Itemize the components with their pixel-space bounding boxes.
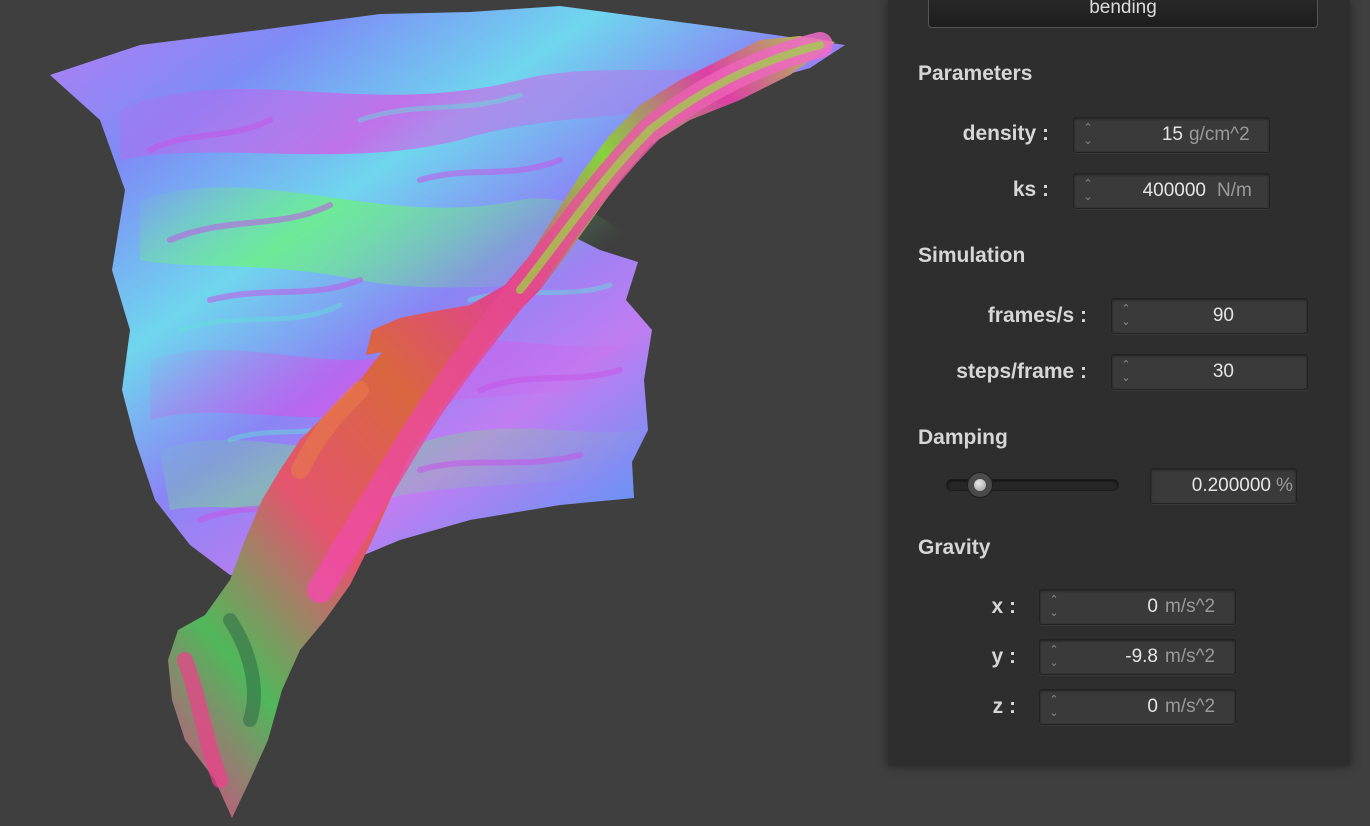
gravity-z-label: z :	[992, 695, 1016, 718]
gravity-y-spinbox[interactable]: ⌃ ⌄ -9.8 m/s^2	[1039, 639, 1236, 675]
spin-arrows-icon[interactable]: ⌃ ⌄	[1082, 122, 1094, 148]
density-unit: g/cm^2	[1189, 124, 1250, 145]
simulation-heading: Simulation	[918, 244, 1026, 267]
steps-per-frame-value: 30	[1212, 361, 1234, 382]
spin-arrows-icon[interactable]: ⌃ ⌄	[1048, 694, 1060, 720]
gravity-z-spinbox[interactable]: ⌃ ⌄ 0 m/s^2	[1039, 689, 1236, 725]
gravity-y-label: y :	[991, 645, 1016, 668]
ks-value: 400000	[1142, 180, 1206, 201]
damping-spinbox[interactable]: 0.200000 %	[1150, 468, 1297, 504]
damping-slider-handle[interactable]	[967, 472, 993, 498]
gravity-heading: Gravity	[918, 536, 991, 559]
gravity-x-spinbox[interactable]: ⌃ ⌄ 0 m/s^2	[1039, 589, 1236, 625]
damping-unit: %	[1276, 475, 1293, 496]
ks-unit: N/m	[1217, 180, 1252, 201]
gravity-x-value: 0	[1147, 596, 1158, 617]
bending-mode-button[interactable]: bending	[928, 0, 1318, 28]
fps-spinbox[interactable]: ⌃ ⌄ 90	[1111, 298, 1308, 334]
simulation-viewport[interactable]	[0, 0, 880, 826]
spin-arrows-icon[interactable]: ⌃ ⌄	[1082, 178, 1094, 204]
gravity-y-value: -9.8	[1125, 646, 1158, 667]
fps-label: frames/s :	[987, 304, 1087, 327]
density-spinbox[interactable]: ⌃ ⌄ 15 g/cm^2	[1073, 117, 1270, 153]
gravity-z-unit: m/s^2	[1165, 696, 1216, 717]
density-label: density :	[962, 122, 1049, 145]
spin-arrows-icon[interactable]: ⌃ ⌄	[1048, 644, 1060, 670]
gravity-z-value: 0	[1147, 696, 1158, 717]
fps-value: 90	[1212, 305, 1234, 326]
ks-spinbox[interactable]: ⌃ ⌄ 400000 N/m	[1073, 173, 1270, 209]
density-value: 15	[1161, 124, 1183, 145]
spin-arrows-icon[interactable]: ⌃ ⌄	[1120, 359, 1132, 385]
damping-value: 0.200000	[1191, 475, 1271, 496]
gravity-y-unit: m/s^2	[1165, 646, 1216, 667]
gravity-x-label: x :	[991, 595, 1016, 618]
cloth-mesh-render	[50, 6, 845, 818]
steps-per-frame-spinbox[interactable]: ⌃ ⌄ 30	[1111, 354, 1308, 390]
gravity-x-unit: m/s^2	[1165, 596, 1216, 617]
spin-arrows-icon[interactable]: ⌃ ⌄	[1120, 303, 1132, 329]
control-panel: bending Parameters density : ⌃ ⌄ 15 g/cm^…	[888, 0, 1350, 766]
steps-per-frame-label: steps/frame :	[956, 360, 1087, 383]
spin-arrows-icon[interactable]: ⌃ ⌄	[1048, 594, 1060, 620]
damping-heading: Damping	[918, 426, 1008, 449]
ks-label: ks :	[1012, 178, 1049, 201]
parameters-heading: Parameters	[918, 62, 1033, 85]
